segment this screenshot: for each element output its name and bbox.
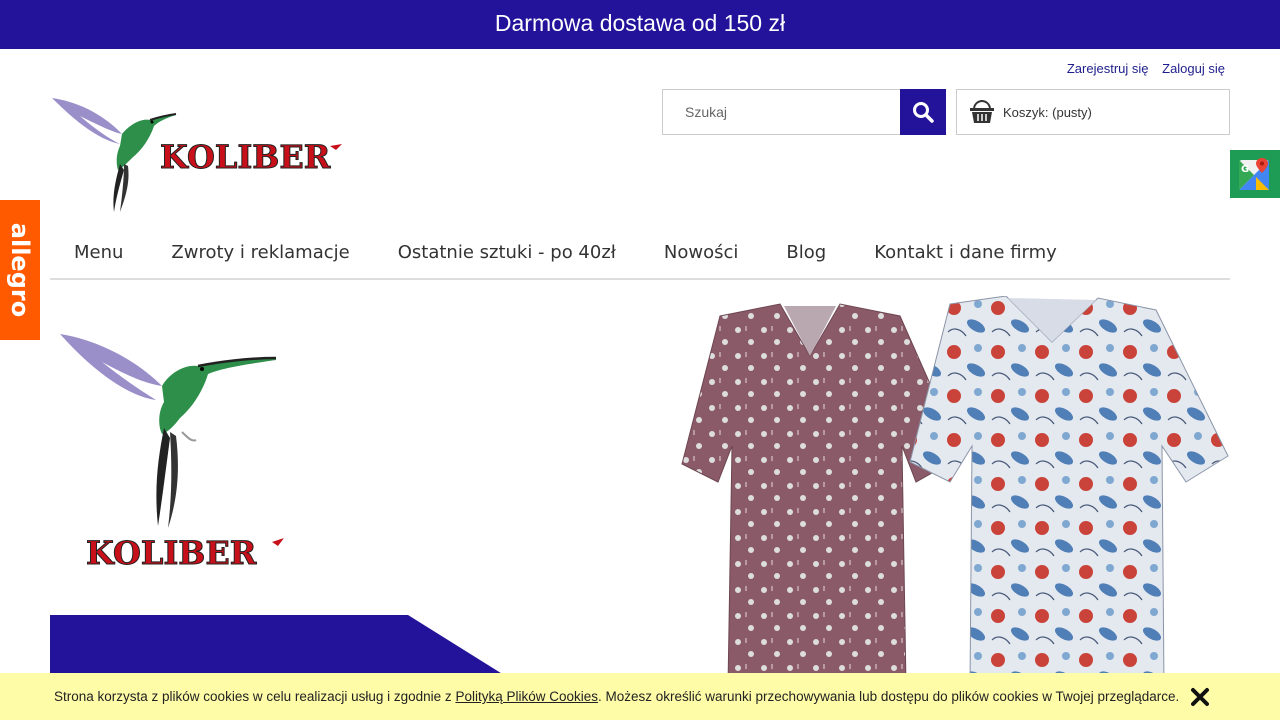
nav-item-new[interactable]: Nowości [664, 242, 739, 263]
cookie-text: Strona korzysta z plików cookies w celu … [54, 689, 1179, 704]
search-input[interactable] [663, 90, 901, 134]
scrubs-product-image [681, 296, 1229, 678]
basket-icon [969, 100, 995, 124]
register-link[interactable]: Zarejestruj się [1067, 61, 1149, 76]
google-maps-button[interactable]: G [1230, 150, 1280, 198]
cookie-text-after: . Możesz określić warunki przechowywania… [598, 689, 1180, 704]
allegro-tab[interactable]: allegro [0, 200, 40, 340]
hummingbird-logo-icon: KOLIBER [52, 98, 342, 212]
cookie-text-before: Strona korzysta z plików cookies w celu … [54, 689, 456, 704]
site-logo[interactable]: KOLIBER [50, 94, 350, 216]
cart-button[interactable]: Koszyk: (pusty) [956, 89, 1230, 135]
search-box [662, 89, 946, 135]
hero-blue-shape [50, 615, 509, 678]
cart-status: (pusty) [1052, 104, 1092, 120]
cart-label: Koszyk: [1003, 104, 1049, 120]
main-navigation: Menu Zwroty i reklamacje Ostatnie sztuki… [50, 226, 1230, 280]
free-shipping-text: Darmowa dostawa od 150 zł [494, 10, 786, 36]
hero-hummingbird-logo: KOLIBER [60, 334, 284, 568]
nav-item-last-items[interactable]: Ostatnie sztuki - po 40zł [398, 242, 616, 263]
nav-item-contact[interactable]: Kontakt i dane firmy [874, 242, 1057, 263]
svg-text:G: G [1241, 164, 1249, 175]
search-button[interactable] [900, 89, 946, 135]
nav-item-blog[interactable]: Blog [786, 242, 826, 263]
close-icon[interactable] [1190, 687, 1210, 707]
free-shipping-banner: Darmowa dostawa od 150 zł [0, 0, 1280, 49]
hero-banner[interactable]: KOLIBER [50, 288, 1230, 678]
cookie-notice: Strona korzysta z plików cookies w celu … [0, 673, 1280, 720]
login-link[interactable]: Zaloguj się [1162, 61, 1225, 76]
search-icon [913, 102, 934, 123]
google-maps-icon: G [1239, 158, 1269, 190]
allegro-label: allegro [6, 222, 34, 318]
cookie-policy-link[interactable]: Polityką Plików Cookies [455, 689, 598, 704]
account-links: Zarejestruj się Zaloguj się [1057, 61, 1225, 76]
svg-text:KOLIBER: KOLIBER [86, 534, 257, 568]
nav-item-menu[interactable]: Menu [74, 242, 123, 263]
svg-text:KOLIBER: KOLIBER [160, 138, 331, 176]
nav-item-returns[interactable]: Zwroty i reklamacje [171, 242, 349, 263]
